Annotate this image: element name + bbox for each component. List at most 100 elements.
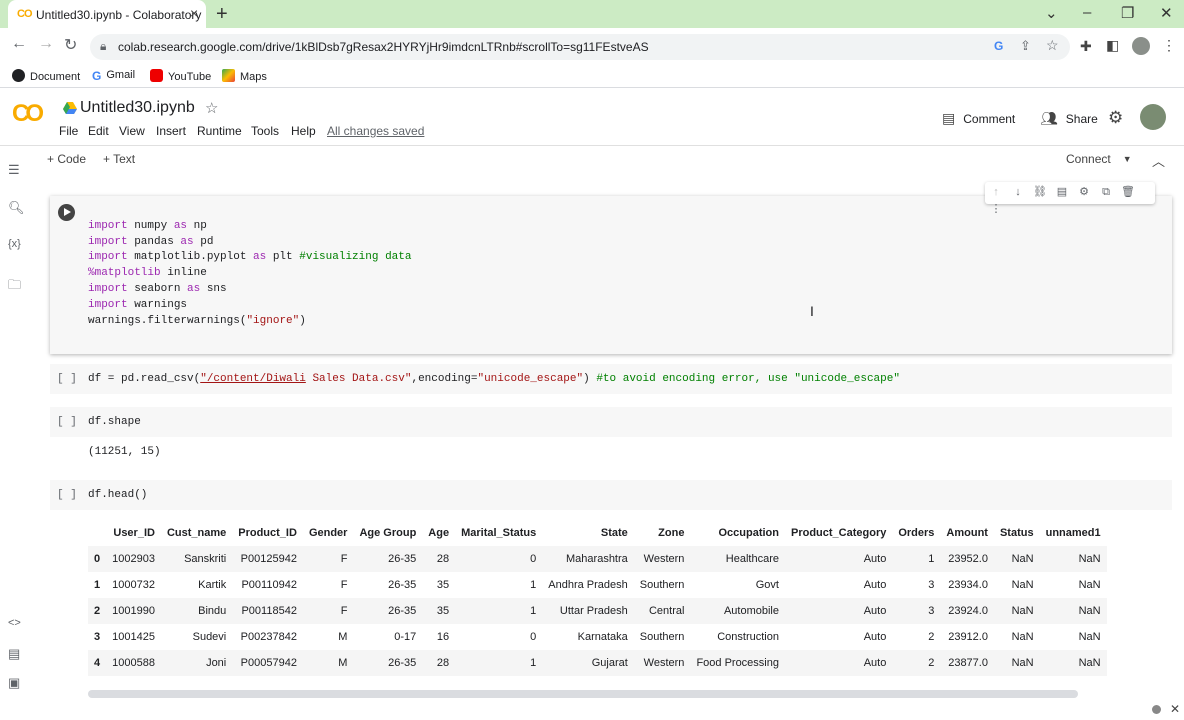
terminal-icon[interactable]: ▣ [8, 675, 20, 691]
link-icon[interactable]: ⛓ [1029, 185, 1051, 198]
code-snippets-icon[interactable]: <> [8, 617, 21, 629]
collapse-chevron-icon[interactable]: ︿ [1152, 151, 1165, 170]
add-code-button[interactable]: + Code [47, 152, 86, 166]
notebook-title[interactable]: Untitled30.ipynb [80, 99, 195, 117]
more-icon[interactable]: ⋮ [985, 202, 1007, 215]
table-cell: 1 [928, 553, 935, 565]
table-cell: 26-35 [388, 657, 417, 669]
table-cell: Southern [639, 631, 685, 643]
address-bar[interactable]: 🔒︎ colab.research.google.com/drive/1kBlD… [90, 34, 1070, 60]
menu-file[interactable]: File [59, 124, 78, 138]
back-icon[interactable]: ← [11, 35, 27, 53]
bookmark-star-icon[interactable]: ☆ [1046, 37, 1059, 54]
star-icon[interactable]: ☆ [205, 99, 218, 117]
settings-gear-icon[interactable]: ⚙ [1108, 108, 1123, 128]
tab-title: Untitled30.ipynb - Colaboratory [36, 8, 202, 22]
code-editor[interactable]: df = pd.read_csv("/content/Diwali Sales … [88, 372, 900, 388]
table-cell: 23924.0 [948, 605, 988, 617]
code-cell-shape[interactable]: [ ] df.shape [50, 407, 1172, 437]
bookmark-gmail[interactable]: G Gmail [92, 69, 135, 83]
menu-tools[interactable]: Tools [251, 124, 279, 138]
move-down-icon[interactable]: ↓ [1007, 186, 1029, 198]
code-cell-imports[interactable]: ↑ ↓ ⛓ ▤ ⚙ ⧉ 🗑︎ ⋮ import numpy as np import pand… [50, 182, 1172, 354]
files-folder-icon[interactable]: 🗀 [8, 276, 21, 298]
table-cell: Construction [717, 631, 779, 643]
minimize-icon[interactable]: – [1083, 4, 1091, 21]
search-icon[interactable]: 🔍︎ [8, 200, 25, 216]
table-cell: M [338, 657, 348, 669]
cell-toolbar: ↑ ↓ ⛓ ▤ ⚙ ⧉ 🗑︎ ⋮ [985, 182, 1155, 215]
horizontal-scrollbar[interactable] [88, 690, 1078, 698]
table-cell: Western [643, 553, 685, 565]
globe-icon [12, 69, 25, 82]
extensions-icon[interactable]: ✚ [1080, 38, 1092, 55]
colab-logo[interactable]: CO [12, 100, 44, 128]
table-cell: F [340, 579, 348, 591]
new-tab-button[interactable]: + [216, 3, 228, 26]
table-cell: 26-35 [388, 605, 417, 617]
table-cell: P00118542 [241, 605, 297, 617]
code-editor[interactable]: df.shape [88, 415, 141, 431]
youtube-icon [150, 69, 163, 82]
table-of-contents-icon[interactable]: ☰ [8, 162, 20, 178]
google-icon[interactable]: G [994, 39, 1003, 53]
side-panel-icon[interactable]: ◧ [1106, 37, 1119, 54]
code-line: warnings.filterwarnings("ignore") [88, 314, 306, 327]
table-cell: Govt [755, 579, 779, 591]
connect-button[interactable]: Connect ▼ [1066, 152, 1132, 166]
mirror-cell-icon[interactable]: ⧉ [1095, 186, 1117, 199]
reload-icon[interactable]: ↻ [64, 35, 77, 55]
bookmark-maps[interactable]: Maps [222, 69, 267, 83]
menu-help[interactable]: Help [291, 124, 316, 138]
window-close-icon[interactable]: ✕ [1160, 4, 1173, 22]
bookmark-youtube[interactable]: YouTube [150, 69, 211, 83]
table-cell: NaN [1078, 553, 1101, 565]
code-editor[interactable]: import numpy as np import pandas as pd i… [88, 203, 411, 329]
table-cell: NaN [1011, 579, 1034, 591]
table-cell: 35 [436, 605, 450, 617]
bookmark-document[interactable]: Document [12, 69, 80, 83]
variables-icon[interactable]: {x} [8, 238, 21, 250]
comment-button[interactable]: ▤ Comment [942, 110, 1015, 127]
add-text-button[interactable]: + Text [103, 152, 135, 166]
code-line: import matplotlib.pyplot as plt #visuali… [88, 251, 412, 264]
run-cell-button[interactable] [58, 204, 75, 221]
command-palette-icon[interactable]: ▤ [8, 646, 20, 662]
table-cell: 0-17 [394, 631, 417, 643]
divider [0, 145, 1184, 146]
move-up-icon[interactable]: ↑ [985, 186, 1007, 198]
menu-view[interactable]: View [119, 124, 145, 138]
saved-status[interactable]: All changes saved [327, 124, 424, 138]
share-page-icon[interactable]: ⇪ [1020, 38, 1031, 54]
column-header: Product_Category [790, 527, 887, 539]
browser-tab[interactable]: CO Untitled30.ipynb - Colaboratory × [8, 0, 206, 28]
table-cell: M [338, 631, 348, 643]
menu-edit[interactable]: Edit [88, 124, 109, 138]
comment-cell-icon[interactable]: ▤ [1051, 185, 1073, 198]
profile-avatar[interactable] [1132, 37, 1150, 55]
restore-icon[interactable]: ❐ [1121, 4, 1134, 22]
tab-search-icon[interactable]: ⌄ [1045, 4, 1058, 22]
table-cell: Auto [863, 657, 887, 669]
table-cell: Uttar Pradesh [559, 605, 628, 617]
lock-icon[interactable]: 🔒︎ [100, 39, 106, 54]
menu-insert[interactable]: Insert [156, 124, 186, 138]
cell-settings-icon[interactable]: ⚙ [1073, 185, 1095, 198]
tab-close-icon[interactable]: × [190, 5, 198, 21]
column-header [88, 520, 106, 546]
status-close-icon[interactable]: ✕ [1170, 702, 1180, 716]
forward-icon[interactable]: → [38, 35, 54, 53]
column-header: Amount [946, 527, 988, 539]
status-dot-icon [1152, 705, 1161, 714]
drive-icon[interactable] [63, 102, 77, 114]
code-cell-head[interactable]: [ ] df.head() [50, 480, 1172, 510]
user-avatar[interactable] [1140, 104, 1166, 130]
share-button[interactable]: 👥︎ Share [1040, 110, 1098, 127]
browser-menu-icon[interactable]: ⋮ [1162, 37, 1176, 54]
menu-runtime[interactable]: Runtime [197, 124, 242, 138]
table-cell: 35 [436, 579, 450, 591]
code-cell-read-csv[interactable]: [ ] df = pd.read_csv("/content/Diwali Sa… [50, 364, 1172, 394]
delete-icon[interactable]: 🗑︎ [1117, 185, 1139, 198]
code-editor[interactable]: df.head() [88, 488, 147, 504]
execution-count: [ ] [57, 489, 77, 501]
